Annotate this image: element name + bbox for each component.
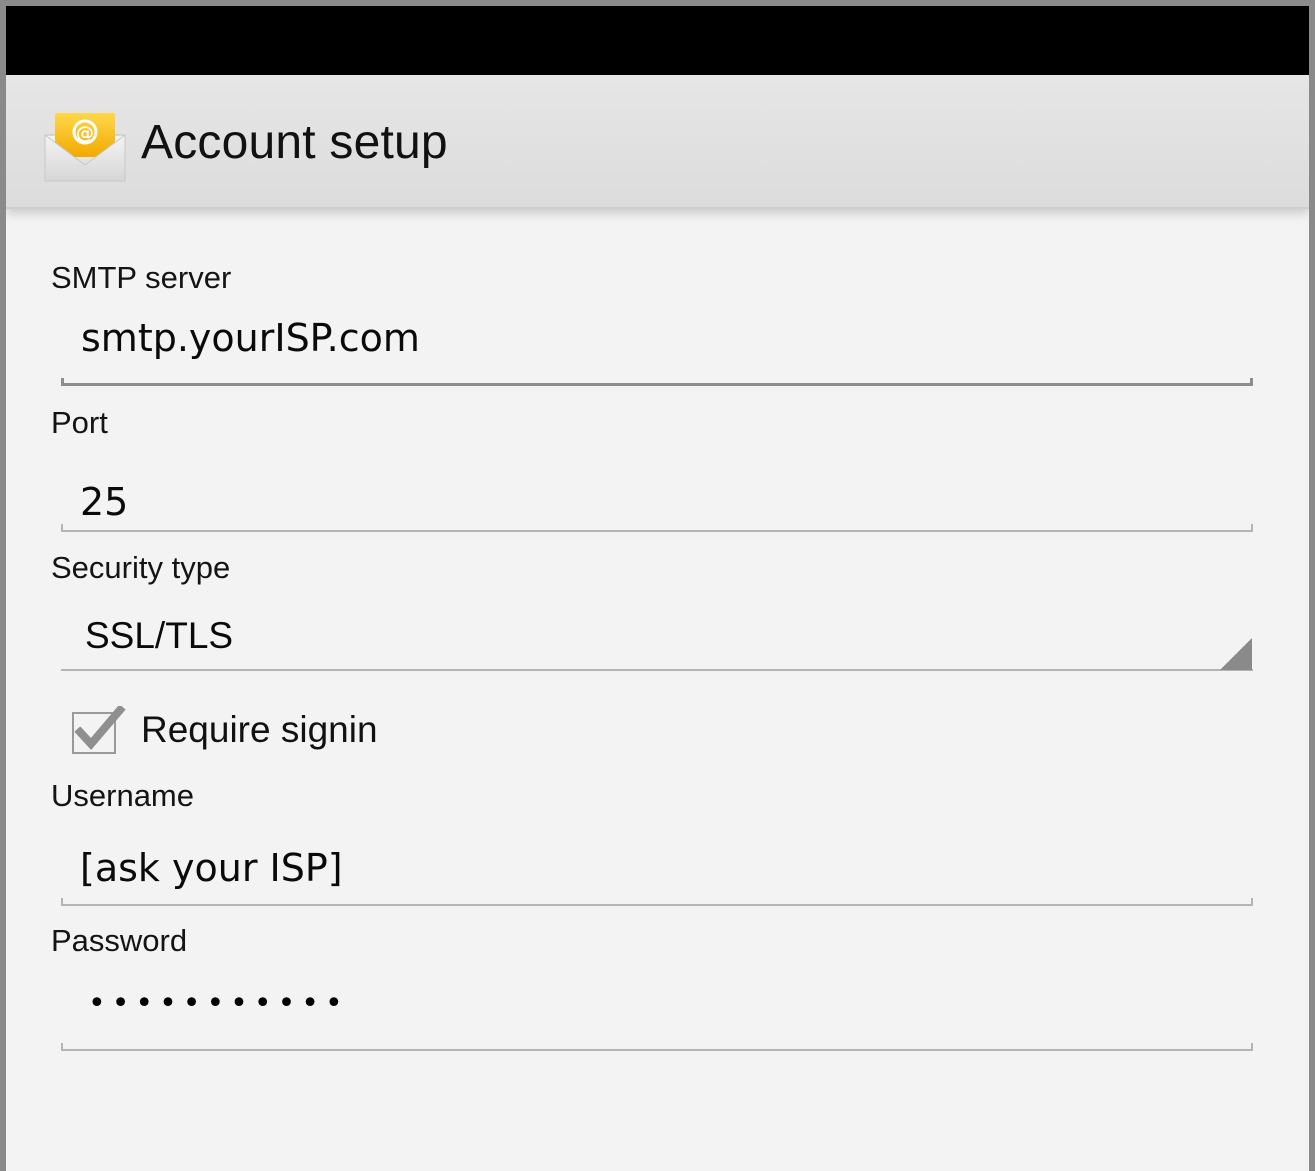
password-underline — [61, 1043, 1253, 1051]
status-bar — [6, 6, 1309, 75]
username-underline — [61, 898, 1253, 906]
password-input[interactable]: ••••••••••• — [88, 986, 349, 1021]
port-input[interactable]: 25 — [80, 480, 128, 524]
smtp-server-underline — [61, 378, 1253, 386]
svg-text:@: @ — [76, 123, 94, 144]
email-app-icon: @ — [42, 109, 128, 185]
password-label: Password — [51, 923, 188, 958]
port-label: Port — [51, 405, 108, 440]
spinner-dropdown-icon[interactable] — [1218, 636, 1254, 672]
port-underline — [61, 524, 1253, 532]
action-bar: @ Account setup — [6, 75, 1309, 209]
smtp-server-label: SMTP server — [51, 260, 232, 295]
device-frame: @ Account setup SMTP server smtp.yourISP… — [0, 0, 1315, 1171]
screen: @ Account setup SMTP server smtp.yourISP… — [6, 6, 1309, 1171]
security-type-spinner[interactable]: SSL/TLS — [85, 615, 233, 657]
smtp-server-input[interactable]: smtp.yourISP.com — [81, 316, 420, 360]
username-label: Username — [51, 778, 194, 813]
security-type-label: Security type — [51, 550, 231, 585]
username-input[interactable]: [ask your ISP] — [80, 846, 343, 890]
page-title: Account setup — [141, 116, 448, 169]
require-signin-checkbox[interactable] — [72, 704, 126, 754]
security-type-underline — [61, 669, 1253, 671]
require-signin-label: Require signin — [141, 709, 378, 750]
